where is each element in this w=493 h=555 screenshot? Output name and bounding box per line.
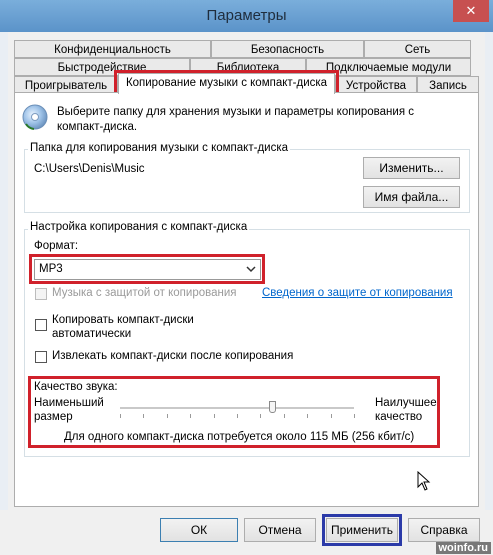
intro-text-line1: Выберите папку для хранения музыки и пар… <box>57 106 414 118</box>
quality-slider-tick <box>260 414 261 418</box>
quality-slider-thumb[interactable] <box>269 401 276 413</box>
auto-rip-label-line1: Копировать компакт-диски <box>52 314 194 326</box>
mouse-cursor-icon <box>417 470 431 494</box>
auto-rip-label-line2: автоматически <box>52 328 132 340</box>
quality-slider-tick <box>214 414 215 418</box>
quality-slider-tick <box>237 414 238 418</box>
cd-icon <box>22 104 48 130</box>
copy-protect-link[interactable]: Сведения о защите от копирования <box>262 287 453 299</box>
copy-protect-checkbox[interactable] <box>35 288 47 300</box>
eject-checkbox[interactable] <box>35 351 47 363</box>
quality-slider-tick <box>284 414 285 418</box>
format-value: MP3 <box>39 263 63 275</box>
size-info: Для одного компакт-диска потребуется око… <box>64 431 415 443</box>
auto-rip-checkbox[interactable] <box>35 319 47 331</box>
help-button[interactable]: Справка <box>408 518 480 542</box>
close-button[interactable]: ✕ <box>453 0 489 22</box>
quality-slider-tick <box>354 414 355 418</box>
chevron-down-icon <box>246 262 256 279</box>
format-select[interactable]: MP3 <box>34 259 261 280</box>
tab-network[interactable]: Сеть <box>364 40 471 58</box>
quality-slider-tick <box>120 414 121 418</box>
ok-button[interactable]: ОК <box>160 518 238 542</box>
title-bar: Параметры ✕ <box>0 0 493 32</box>
min-size-label-line2: размер <box>34 411 73 423</box>
copy-protect-label: Музыка с защитой от копирования <box>52 287 237 299</box>
eject-label: Извлекать компакт-диски после копировани… <box>52 350 294 362</box>
tab-privacy[interactable]: Конфиденциальность <box>14 40 211 58</box>
quality-slider-tick <box>190 414 191 418</box>
max-quality-label-line1: Наилучшее <box>375 397 437 409</box>
quality-slider-tick <box>143 414 144 418</box>
watermark-text: woinfo.ru <box>435 542 491 554</box>
cancel-button[interactable]: Отмена <box>244 518 316 542</box>
quality-slider-tick <box>167 414 168 418</box>
apply-button[interactable]: Применить <box>326 518 398 542</box>
quality-label: Качество звука: <box>34 381 118 393</box>
tab-security[interactable]: Безопасность <box>211 40 364 58</box>
folder-group-title: Папка для копирования музыки с компакт-д… <box>28 142 291 154</box>
folder-path: C:\Users\Denis\Music <box>34 163 145 175</box>
file-name-button[interactable]: Имя файла... <box>363 186 460 208</box>
format-label: Формат: <box>34 240 79 252</box>
intro-text-line2: компакт-диска. <box>57 121 138 133</box>
rip-settings-title: Настройка копирования с компакт-диска <box>28 221 250 233</box>
quality-slider-tick <box>331 414 332 418</box>
tab-rip-music[interactable]: Копирование музыки с компакт-диска <box>118 73 335 94</box>
quality-slider-track[interactable] <box>120 407 354 410</box>
max-quality-label-line2: качество <box>375 411 423 423</box>
quality-slider-tick <box>307 414 308 418</box>
options-window: Параметры ✕ Конфиденциальность Безопасно… <box>0 0 493 555</box>
change-folder-button[interactable]: Изменить... <box>363 157 460 179</box>
window-title: Параметры <box>206 7 287 24</box>
min-size-label-line1: Наименьший <box>34 397 104 409</box>
